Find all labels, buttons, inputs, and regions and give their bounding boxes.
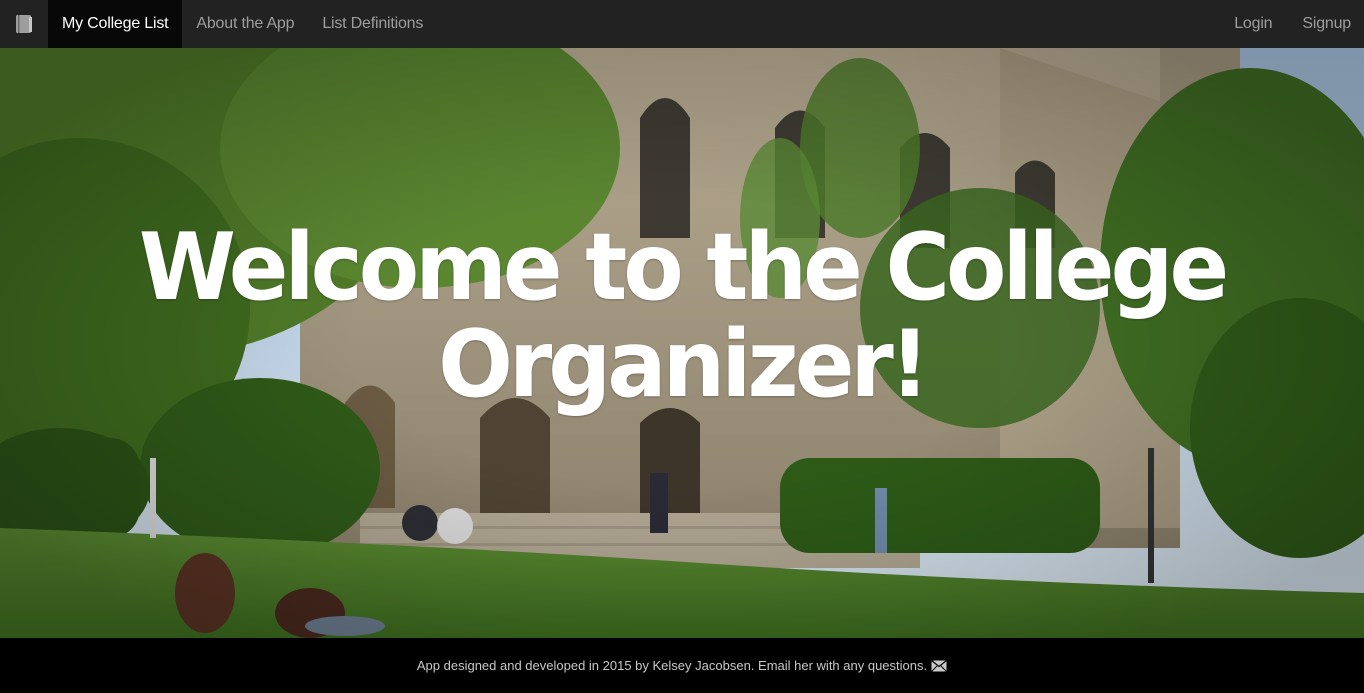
hero-banner: Welcome to the College Organizer! <box>0 48 1364 638</box>
nav-login[interactable]: Login <box>1219 0 1287 48</box>
email-link[interactable] <box>931 659 947 672</box>
page-footer: App designed and developed in 2015 by Ke… <box>0 638 1364 693</box>
hero-title: Welcome to the College Organizer! <box>138 213 1229 418</box>
nav-signup[interactable]: Signup <box>1287 0 1364 48</box>
book-icon <box>16 15 32 33</box>
envelope-icon <box>931 659 947 672</box>
nav-list-definitions[interactable]: List Definitions <box>308 0 437 48</box>
footer-text: App designed and developed in 2015 by Ke… <box>416 658 928 673</box>
nav-about-the-app[interactable]: About the App <box>182 0 308 48</box>
nav-my-college-list[interactable]: My College List <box>48 0 183 48</box>
top-navbar: My College List About the App List Defin… <box>0 0 1364 48</box>
brand-logo[interactable] <box>0 0 48 48</box>
